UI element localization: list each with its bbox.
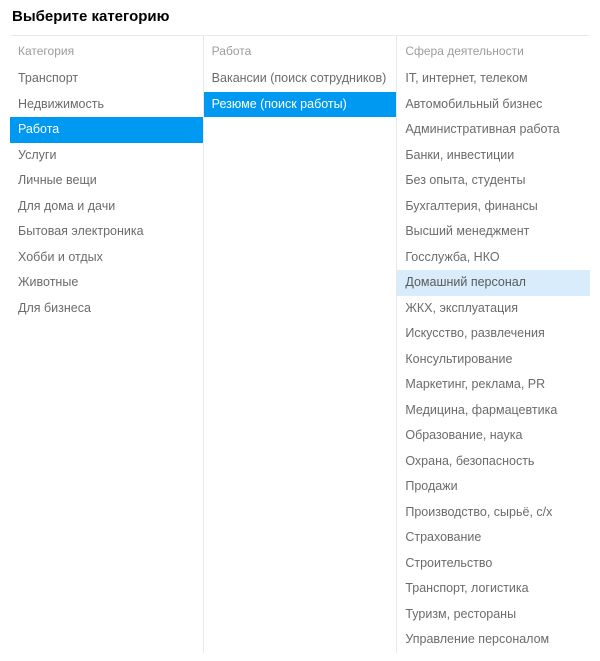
list-item[interactable]: Бухгалтерия, финансы [397,194,590,220]
column-header: Сфера деятельности [397,44,590,66]
list-item[interactable]: Недвижимость [10,92,203,118]
column-header: Категория [10,44,203,66]
category-picker: Выберите категорию Категория Транспорт Н… [0,0,600,661]
list-item[interactable]: Высший менеджмент [397,219,590,245]
columns-wrapper: Категория Транспорт Недвижимость Работа … [10,35,590,653]
list-item[interactable]: Транспорт [10,66,203,92]
list-item[interactable]: Банки, инвестиции [397,143,590,169]
list-item[interactable]: Маркетинг, реклама, PR [397,372,590,398]
list-item[interactable]: Консультирование [397,347,590,373]
list-item[interactable]: ЖКХ, эксплуатация [397,296,590,322]
list-item[interactable]: Резюме (поиск работы) [204,92,397,118]
column-sphere: Сфера деятельности IT, интернет, телеком… [396,36,590,653]
list-item[interactable]: Транспорт, логистика [397,576,590,602]
list-item[interactable]: Искусство, развлечения [397,321,590,347]
list-item[interactable]: Работа [10,117,203,143]
list-item[interactable]: Животные [10,270,203,296]
list-item[interactable]: IT, интернет, телеком [397,66,590,92]
column-header: Работа [204,44,397,66]
list-item[interactable]: Госслужба, НКО [397,245,590,271]
list-item[interactable]: Управление персоналом [397,627,590,653]
column-subcategory: Работа Вакансии (поиск сотрудников) Резю… [203,36,397,653]
picker-title: Выберите категорию [10,8,590,25]
list-item[interactable]: Охрана, безопасность [397,449,590,475]
list-item[interactable]: Образование, наука [397,423,590,449]
list-item[interactable]: Строительство [397,551,590,577]
list-item[interactable]: Хобби и отдых [10,245,203,271]
list-item[interactable]: Административная работа [397,117,590,143]
list-item[interactable]: Без опыта, студенты [397,168,590,194]
list-item[interactable]: Домашний персонал [397,270,590,296]
list-item[interactable]: Вакансии (поиск сотрудников) [204,66,397,92]
list-item[interactable]: Туризм, рестораны [397,602,590,628]
list-item[interactable]: Услуги [10,143,203,169]
list-item[interactable]: Для бизнеса [10,296,203,322]
list-item[interactable]: Автомобильный бизнес [397,92,590,118]
column-category: Категория Транспорт Недвижимость Работа … [10,36,203,653]
list-item[interactable]: Бытовая электроника [10,219,203,245]
list-item[interactable]: Личные вещи [10,168,203,194]
list-item[interactable]: Медицина, фармацевтика [397,398,590,424]
list-item[interactable]: Для дома и дачи [10,194,203,220]
list-item[interactable]: Страхование [397,525,590,551]
list-item[interactable]: Производство, сырьё, с/х [397,500,590,526]
list-item[interactable]: Продажи [397,474,590,500]
